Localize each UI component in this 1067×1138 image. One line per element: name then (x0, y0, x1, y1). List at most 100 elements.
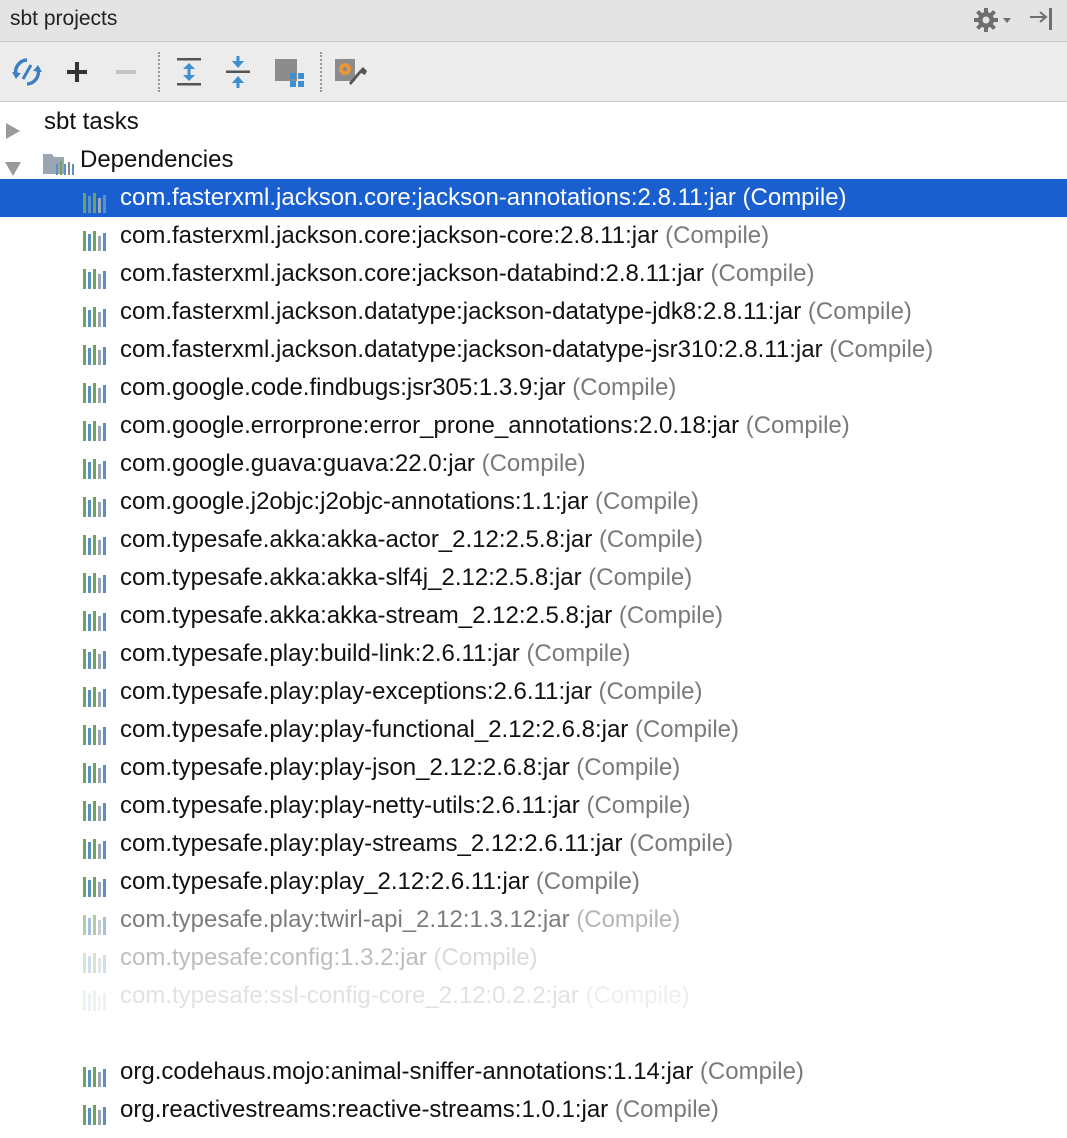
dependency-row[interactable]: com.typesafe.akka:akka-stream_2.12:2.5.8… (0, 597, 1067, 635)
dependency-scope: (Compile) (742, 184, 847, 211)
dependency-coordinate: com.google.code.findbugs:jsr305:1.3.9:ja… (120, 374, 566, 401)
dependency-coordinate: com.fasterxml.jackson.datatype:jackson-d… (120, 298, 802, 325)
dependency-row[interactable]: com.typesafe.play:build-link:2.6.11:jar … (0, 635, 1067, 673)
dependency-scope: (Compile) (594, 488, 699, 515)
plus-icon (67, 62, 87, 82)
dependency-label: com.google.j2objc:j2objc-annotations:1.1… (120, 483, 699, 521)
toolbar-separator (158, 52, 160, 92)
tree-node-dependencies[interactable]: Dependencies (0, 141, 1067, 179)
dependency-label: com.google.code.findbugs:jsr305:1.3.9:ja… (120, 369, 676, 407)
dependency-scope: (Compile) (586, 792, 691, 819)
dependency-coordinate: com.typesafe.play:play-json_2.12:2.6.8:j… (120, 754, 570, 781)
dependency-row[interactable]: com.typesafe.play:twirl-api_2.12:1.3.12:… (0, 901, 1067, 939)
dependency-label: com.typesafe.play:play-netty-utils:2.6.1… (120, 787, 690, 825)
dependency-scope: (Compile) (585, 982, 690, 1009)
dependency-coordinate: com.typesafe.play:build-link:2.6.11:jar (120, 640, 520, 667)
settings-wrench-icon (335, 59, 367, 85)
dependency-coordinate: com.typesafe.play:play-exceptions:2.6.11… (120, 678, 592, 705)
dependency-label: com.typesafe.play:twirl-api_2.12:1.3.12:… (120, 901, 680, 939)
dependency-label: com.fasterxml.jackson.datatype:jackson-d… (120, 331, 933, 369)
dependency-coordinate: com.fasterxml.jackson.core:jackson-datab… (120, 260, 704, 287)
dependency-coordinate: com.fasterxml.jackson.datatype:jackson-d… (120, 336, 823, 363)
dependency-row[interactable]: com.fasterxml.jackson.datatype:jackson-d… (0, 331, 1067, 369)
dependency-row[interactable]: com.google.errorprone:error_prone_annota… (0, 407, 1067, 445)
pin-right-icon[interactable] (1026, 5, 1058, 40)
dependency-label: com.google.guava:guava:22.0:jar (Compile… (120, 445, 586, 483)
dependency-row[interactable]: com.fasterxml.jackson.core:jackson-core:… (0, 217, 1067, 255)
dependency-label: com.typesafe.play:play_2.12:2.6.11:jar (… (120, 863, 640, 901)
add-button[interactable] (60, 55, 94, 89)
dependency-scope: (Compile) (572, 374, 677, 401)
dependency-scope: (Compile) (710, 260, 815, 287)
dependency-coordinate: com.typesafe.play:play-functional_2.12:2… (120, 716, 629, 743)
dependency-coordinate: com.typesafe.akka:akka-stream_2.12:2.5.8… (120, 602, 613, 629)
dependency-label: com.typesafe.play:build-link:2.6.11:jar … (120, 635, 630, 673)
build-settings-button[interactable] (333, 55, 367, 89)
remove-button[interactable] (109, 55, 143, 89)
dependency-label: com.fasterxml.jackson.core:jackson-core:… (120, 217, 769, 255)
dependency-row[interactable]: com.typesafe:config:1.3.2:jar (Compile) (0, 939, 1067, 977)
collapse-all-button[interactable] (221, 55, 255, 89)
dependency-row[interactable]: com.typesafe.play:play-netty-utils:2.6.1… (0, 787, 1067, 825)
library-icon (82, 986, 112, 1024)
dependency-row[interactable]: com.typesafe.akka:akka-actor_2.12:2.5.8:… (0, 521, 1067, 559)
dependency-scope: (Compile) (829, 336, 934, 363)
dependency-scope: (Compile) (526, 640, 631, 667)
dependency-row[interactable]: com.fasterxml.jackson.datatype:jackson-d… (0, 293, 1067, 331)
dependency-coordinate: com.typesafe.play:twirl-api_2.12:1.3.12:… (120, 906, 570, 933)
dependency-row[interactable]: com.fasterxml.jackson.core:jackson-datab… (0, 255, 1067, 293)
dependency-scope: (Compile) (745, 412, 850, 439)
dependency-coordinate: com.typesafe.akka:akka-slf4j_2.12:2.5.8:… (120, 564, 582, 591)
dependency-row[interactable]: com.google.guava:guava:22.0:jar (Compile… (0, 445, 1067, 483)
dependency-scope: (Compile) (481, 450, 586, 477)
collapse-all-icon (226, 56, 250, 88)
dependency-coordinate: com.fasterxml.jackson.core:jackson-annot… (120, 184, 736, 211)
dependency-row[interactable]: org.codehaus.mojo:animal-sniffer-annotat… (0, 1053, 1067, 1091)
dependency-label: com.fasterxml.jackson.core:jackson-annot… (120, 179, 847, 217)
dependency-label: org.reactivestreams:reactive-streams:1.0… (120, 1091, 719, 1129)
panel-header: sbt projects (0, 0, 1067, 42)
dependency-row[interactable]: com.typesafe.play:play-json_2.12:2.6.8:j… (0, 749, 1067, 787)
dependency-label: com.fasterxml.jackson.core:jackson-datab… (120, 255, 815, 293)
dependency-label: com.typesafe:config:1.3.2:jar (Compile) (120, 939, 538, 977)
dependency-row[interactable]: com.fasterxml.jackson.core:jackson-annot… (0, 179, 1067, 217)
dependency-row[interactable]: com.typesafe.play:play_2.12:2.6.11:jar (… (0, 863, 1067, 901)
dependency-label: com.typesafe.play:play-json_2.12:2.6.8:j… (120, 749, 680, 787)
library-icon (82, 1100, 112, 1138)
dependency-scope: (Compile) (433, 944, 538, 971)
dependency-scope: (Compile) (576, 754, 681, 781)
dependency-row[interactable]: com.typesafe.akka:akka-slf4j_2.12:2.5.8:… (0, 559, 1067, 597)
dependency-row[interactable]: com.typesafe.play:play-streams_2.12:2.6.… (0, 825, 1067, 863)
dependency-coordinate: com.typesafe.play:play-streams_2.12:2.6.… (120, 830, 623, 857)
expand-all-button[interactable] (172, 55, 206, 89)
dependency-coordinate: org.reactivestreams:reactive-streams:1.0… (120, 1096, 609, 1123)
expand-all-icon (177, 58, 201, 86)
group-modules-button[interactable] (272, 55, 306, 89)
dependency-row[interactable]: com.typesafe:ssl-config-core_2.12:0.2.2:… (0, 977, 1067, 1015)
dependency-coordinate: org.codehaus.mojo:animal-sniffer-annotat… (120, 1058, 694, 1085)
dependency-scope: (Compile) (535, 868, 640, 895)
dependency-coordinate: com.google.guava:guava:22.0:jar (120, 450, 475, 477)
group-icon (275, 59, 304, 87)
panel-title: sbt projects (10, 7, 118, 30)
dependency-label: com.typesafe.play:play-streams_2.12:2.6.… (120, 825, 733, 863)
refresh-button[interactable] (10, 55, 44, 89)
dependency-row[interactable]: org.reactivestreams:reactive-streams:1.0… (0, 1091, 1067, 1129)
dependency-row[interactable]: com.google.code.findbugs:jsr305:1.3.9:ja… (0, 369, 1067, 407)
dependency-row[interactable]: com.typesafe.play:play-exceptions:2.6.11… (0, 673, 1067, 711)
dependency-row[interactable]: com.google.j2objc:j2objc-annotations:1.1… (0, 483, 1067, 521)
dependency-coordinate: com.typesafe.play:play_2.12:2.6.11:jar (120, 868, 530, 895)
dependency-label: com.typesafe.akka:akka-slf4j_2.12:2.5.8:… (120, 559, 692, 597)
dependency-row[interactable]: com.typesafe.play:play-functional_2.12:2… (0, 711, 1067, 749)
dependency-label: com.google.errorprone:error_prone_annota… (120, 407, 850, 445)
tree-node-label: sbt tasks (44, 108, 139, 135)
dependency-scope: (Compile) (598, 526, 703, 553)
dependency-scope: (Compile) (634, 716, 739, 743)
toolbar (0, 42, 1067, 102)
dependency-scope: (Compile) (618, 602, 723, 629)
dependency-scope: (Compile) (598, 678, 703, 705)
tree-node-label: Dependencies (80, 146, 234, 173)
gear-icon[interactable] (972, 5, 1016, 40)
tree-node-sbt-tasks[interactable]: sbt tasks (0, 103, 1067, 141)
dependency-label: com.fasterxml.jackson.datatype:jackson-d… (120, 293, 912, 331)
